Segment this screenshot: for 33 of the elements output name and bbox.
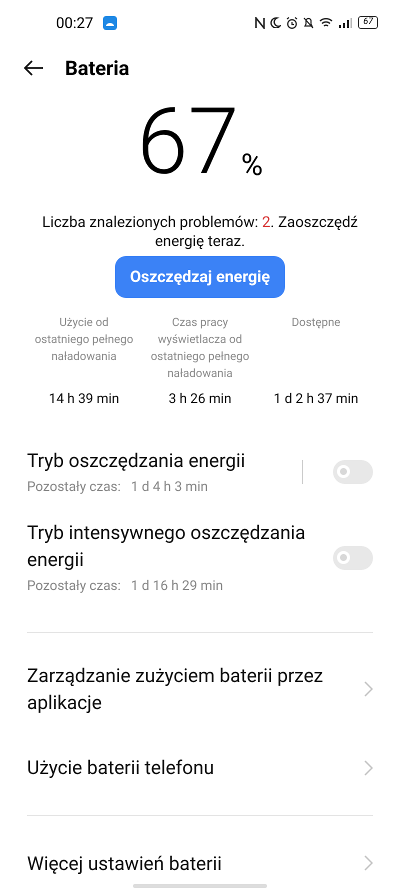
battery-percentage: 67 xyxy=(136,102,240,183)
settings-row[interactable]: Więcej ustawień baterii xyxy=(27,838,373,889)
chevron-right-icon xyxy=(364,855,373,872)
save-energy-button[interactable]: Oszczędzaj energię xyxy=(115,256,285,298)
remaining-time: Pozostały czas: 1 d 4 h 3 min xyxy=(27,478,209,497)
stat-value: 3 h 26 min xyxy=(168,390,232,409)
toggle-switch[interactable] xyxy=(333,546,373,570)
stat-label: Użycie od ostatniego pełnego naładowania xyxy=(34,314,134,365)
chevron-right-icon xyxy=(364,681,373,698)
settings-row[interactable]: Użycie baterii telefonu xyxy=(27,742,373,794)
app-notification-icon xyxy=(103,16,118,30)
page-title: Bateria xyxy=(65,55,130,82)
stat-value: 14 h 39 min xyxy=(48,390,120,409)
problems-message: Liczba znalezionych problemów: 2. Zaoszczędź energię teraz. xyxy=(41,212,359,251)
alarm-icon xyxy=(286,16,298,29)
toggle-title: Tryb oszczędzania energii xyxy=(27,448,246,474)
back-arrow-icon xyxy=(24,60,44,76)
signal-icon xyxy=(338,18,352,28)
stat-label: Dostępne xyxy=(290,314,342,331)
wifi-icon xyxy=(319,17,334,28)
toggle-title: Tryb intensywnego oszczędzania energii xyxy=(27,520,307,574)
moon-icon xyxy=(270,17,282,28)
settings-row[interactable]: Zarządzanie zużyciem baterii przez aplikacje xyxy=(27,650,373,728)
stat-label: Czas pracy wyświetlacza od ostatniego pełnego naładowania xyxy=(150,314,250,382)
status-time: 00:27 xyxy=(56,12,94,34)
nfc-icon xyxy=(255,16,266,29)
stat-value: 1 d 2 h 37 min xyxy=(274,390,358,409)
percent-sign: % xyxy=(241,148,264,183)
battery-indicator: 67 xyxy=(358,16,378,30)
muted-bell-icon xyxy=(303,16,314,29)
toggle-switch[interactable] xyxy=(333,460,373,484)
remaining-time: Pozostały czas: 1 d 16 h 29 min xyxy=(27,577,224,596)
chevron-right-icon xyxy=(364,760,373,776)
